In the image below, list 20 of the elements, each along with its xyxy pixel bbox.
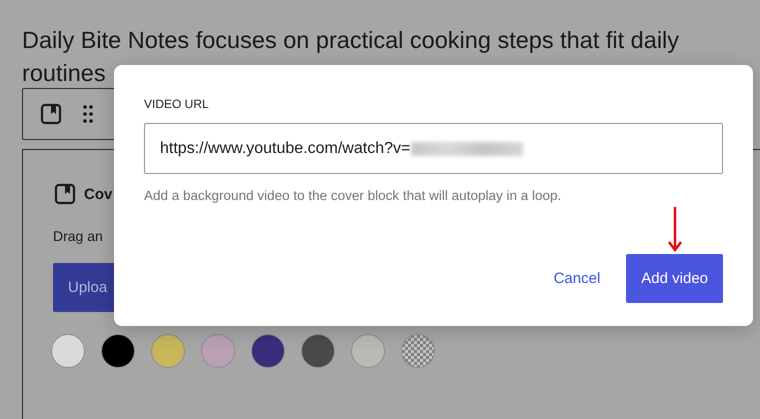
bookmark-icon <box>39 102 63 126</box>
intro-text: routines <box>22 59 107 88</box>
color-swatch[interactable] <box>351 334 385 368</box>
drag-handle-icon[interactable] <box>83 105 93 123</box>
color-swatch[interactable] <box>51 334 85 368</box>
bookmark-icon <box>53 182 77 206</box>
block-title: Cov <box>84 186 112 202</box>
color-swatch[interactable] <box>101 334 135 368</box>
cancel-button[interactable]: Cancel <box>544 264 610 293</box>
color-swatch[interactable] <box>201 334 235 368</box>
color-swatch[interactable] <box>151 334 185 368</box>
color-swatch[interactable] <box>251 334 285 368</box>
add-video-button[interactable]: Add video <box>626 254 723 303</box>
help-text: Add a background video to the cover block that will autoplay in a loop. <box>144 188 562 203</box>
hint-text: Drag an <box>53 228 104 244</box>
field-label: VIDEO URL <box>144 97 209 111</box>
color-swatch[interactable] <box>401 334 435 368</box>
url-input-field[interactable]: https://www.youtube.com/watch?v= <box>144 123 723 174</box>
color-swatch[interactable] <box>301 334 335 368</box>
intro-text: Daily Bite Notes focuses on practical cooking steps that fit daily <box>22 26 680 55</box>
